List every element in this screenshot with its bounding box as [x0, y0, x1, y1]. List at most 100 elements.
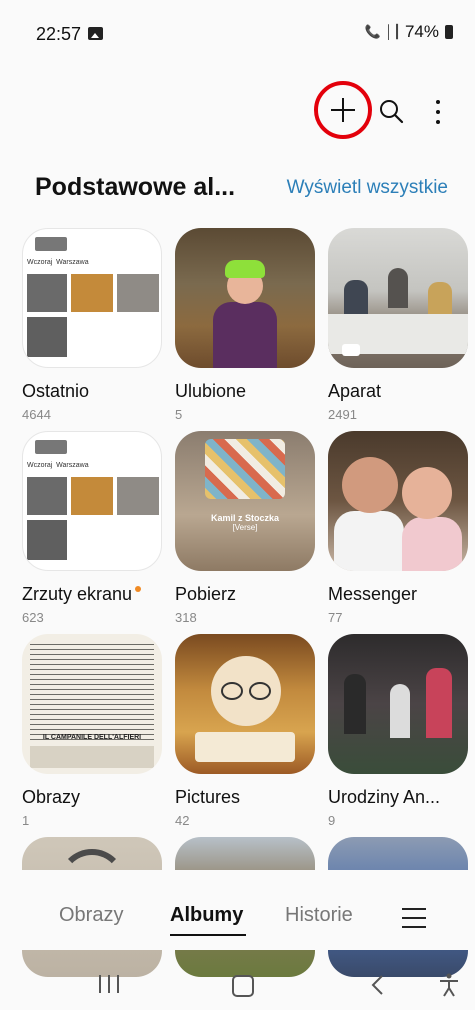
add-album-button[interactable] [314, 81, 372, 139]
more-options-button[interactable] [428, 97, 448, 127]
thumb-shape [402, 467, 452, 519]
album-zrzuty-ekranu[interactable]: Wczoraj Warszawa Zrzuty ekranu 623 [22, 431, 162, 625]
album-obrazy[interactable]: IL CAMPANILE DELL'ALFIERI Obrazy 1 [22, 634, 162, 828]
tab-obrazy[interactable]: Obrazy [59, 904, 123, 927]
album-ulubione[interactable]: Ulubione 5 [175, 228, 315, 422]
content-cutoff [0, 870, 475, 890]
thumb-shape [195, 732, 295, 762]
thumb-caption: Kamil z Stoczka [Verse] [175, 513, 315, 533]
recents-bar [117, 975, 119, 993]
battery-icon [445, 25, 453, 39]
hamburger-icon [402, 908, 426, 910]
album-pobierz[interactable]: Kamil z Stoczka [Verse] Pobierz 318 [175, 431, 315, 625]
album-name-text: Zrzuty ekranu [22, 584, 133, 604]
album-name: Ostatnio [22, 381, 90, 401]
thumb-shape [30, 644, 154, 740]
signal-icon: │┃ [385, 24, 401, 39]
thumb-heading: IL CAMPANILE DELL'ALFIERI [42, 734, 142, 741]
album-count: 623 [22, 610, 44, 625]
thumb-tab-label: Warszawa [56, 259, 89, 266]
wifi-calling-icon: 📞 [364, 24, 382, 39]
album-pictures[interactable]: Pictures 42 [175, 634, 315, 828]
thumb-tab-label: Wczoraj [27, 259, 53, 266]
thumb-shape [249, 682, 271, 700]
tab-albumy[interactable]: Albumy [170, 904, 243, 927]
home-button[interactable] [232, 975, 254, 997]
top-toolbar [0, 75, 475, 155]
thumb-shape [27, 477, 67, 515]
recents-bar [108, 975, 110, 993]
hamburger-line [402, 917, 426, 919]
thumb-caption-sub: [Verse] [232, 523, 258, 532]
album-aparat[interactable]: Aparat 2491 [328, 228, 468, 422]
album-thumbnail: Kamil z Stoczka [Verse] [175, 431, 315, 571]
back-icon [371, 975, 383, 995]
more-dot [436, 120, 440, 124]
album-count: 9 [328, 813, 336, 828]
album-messenger[interactable]: Messenger 77 [328, 431, 468, 625]
thumb-shape [225, 260, 265, 278]
gallery-albums-screen: 22:57 📞 │┃ 74% Podstawowe al... Wyświetl [0, 0, 475, 1010]
thumb-shape [117, 477, 159, 515]
album-thumbnail [175, 634, 315, 774]
thumb-shape [388, 268, 408, 308]
accessibility-button[interactable] [438, 973, 460, 997]
bottom-tab-bar: Obrazy Albumy Historie [0, 890, 475, 950]
album-count: 5 [175, 407, 183, 422]
thumb-shape [27, 317, 67, 357]
thumb-shape [27, 520, 67, 560]
thumb-shape [35, 237, 67, 251]
thumb-shape [344, 674, 366, 734]
thumb-tabs: Wczoraj Warszawa [27, 462, 89, 469]
thumb-shape [344, 280, 368, 316]
album-thumbnail: Wczoraj Warszawa [22, 228, 162, 368]
thumb-caption-title: Kamil z Stoczka [210, 513, 280, 523]
new-content-badge [135, 586, 142, 592]
thumb-shape [71, 477, 113, 515]
album-count: 318 [175, 610, 197, 625]
album-count: 42 [175, 813, 190, 828]
thumb-shape [334, 511, 404, 571]
thumb-shape [27, 274, 67, 312]
album-thumbnail: IL CAMPANILE DELL'ALFIERI [22, 634, 162, 774]
thumb-shape [35, 440, 67, 454]
album-name: Pobierz [175, 584, 237, 604]
plus-icon-vertical [342, 98, 344, 122]
battery-percent: 74% [404, 22, 439, 41]
album-thumbnail [328, 634, 468, 774]
thumb-shape [30, 746, 154, 768]
thumb-shape [428, 282, 452, 316]
search-icon [380, 100, 404, 124]
album-name: Pictures [175, 787, 241, 807]
hamburger-line [402, 926, 426, 928]
thumb-shape [390, 684, 410, 738]
album-urodziny[interactable]: Urodziny An... 9 [328, 634, 468, 828]
album-name: Aparat [328, 381, 382, 401]
status-time: 22:57 [36, 24, 82, 44]
tab-historie[interactable]: Historie [285, 904, 353, 927]
thumb-shape [117, 274, 159, 312]
thumb-tabs: Wczoraj Warszawa [27, 259, 89, 266]
system-navigation-bar [0, 955, 475, 1010]
back-button[interactable] [368, 974, 388, 996]
album-thumbnail [328, 228, 468, 368]
thumb-shape [342, 457, 398, 513]
album-name: Urodziny An... [328, 787, 441, 807]
album-count: 77 [328, 610, 343, 625]
menu-button[interactable] [402, 908, 426, 928]
active-tab-indicator [170, 934, 246, 936]
recents-icon [99, 975, 101, 993]
gallery-notification-icon [88, 27, 103, 40]
album-ostatnio[interactable]: Wczoraj Warszawa Ostatnio 4644 [22, 228, 162, 422]
search-button[interactable] [377, 97, 407, 127]
recents-button[interactable] [99, 975, 119, 993]
album-thumbnail [175, 228, 315, 368]
view-all-link[interactable]: Wyświetl wszystkie [287, 177, 448, 199]
status-bar: 22:57 📞 │┃ 74% [0, 0, 475, 70]
album-name: Zrzuty ekranu [22, 584, 162, 605]
thumb-shape [221, 682, 243, 700]
more-dot [436, 110, 440, 114]
accessibility-icon [440, 973, 458, 997]
album-name: Ulubione [175, 381, 247, 401]
more-vertical-icon [436, 100, 440, 104]
